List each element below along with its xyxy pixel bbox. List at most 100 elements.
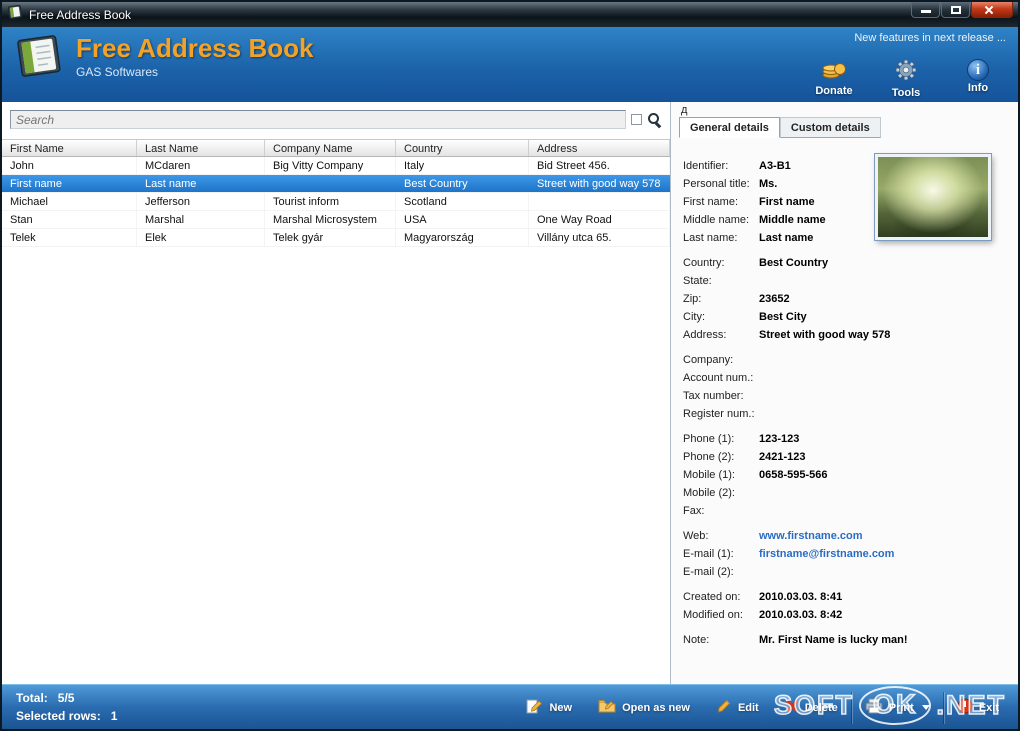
cell-country: USA — [396, 211, 529, 228]
column-header-address[interactable]: Address — [529, 140, 670, 156]
search-row — [10, 110, 662, 129]
field-value: 2010.03.03. 8:41 — [759, 591, 842, 603]
maximize-button[interactable] — [941, 2, 970, 18]
field-value: 23652 — [759, 293, 790, 305]
field-value: 123-123 — [759, 433, 799, 445]
info-label: Info — [968, 82, 988, 94]
cell-first-name: Telek — [2, 229, 137, 246]
field-label: Account num.: — [683, 372, 759, 384]
close-button[interactable] — [971, 2, 1013, 18]
field-label: Identifier: — [683, 160, 759, 172]
field-value: A3-B1 — [759, 160, 791, 172]
print-button[interactable]: Print — [852, 692, 943, 724]
cell-address: Street with good way 578 — [529, 175, 670, 192]
field-label: Fax: — [683, 505, 759, 517]
field-label: Mobile (1): — [683, 469, 759, 481]
search-option-box[interactable] — [631, 114, 642, 125]
window-title: Free Address Book — [29, 8, 131, 22]
print-dropdown-icon[interactable] — [922, 705, 930, 710]
exit-button[interactable]: Exit — [944, 692, 1012, 724]
delete-icon — [785, 699, 799, 716]
field-label: Tax number: — [683, 390, 759, 402]
maximize-icon — [951, 6, 961, 14]
new-icon — [526, 698, 543, 718]
table-row[interactable]: John MCdaren Big Vitty Company Italy Bid… — [2, 157, 670, 175]
field-label: Middle name: — [683, 214, 759, 226]
info-icon: i — [967, 59, 989, 81]
tab-custom-details[interactable]: Custom details — [780, 117, 881, 138]
column-header-company-name[interactable]: Company Name — [265, 140, 396, 156]
donate-button[interactable]: Donate — [808, 59, 860, 99]
tools-button[interactable]: Tools — [880, 59, 932, 99]
cell-first-name: Michael — [2, 193, 137, 210]
cell-first-name: Stan — [2, 211, 137, 228]
table-row[interactable]: Stan Marshal Marshal Microsystem USA One… — [2, 211, 670, 229]
field-label: Created on: — [683, 591, 759, 603]
cell-first-name: John — [2, 157, 137, 174]
table-row[interactable]: Telek Elek Telek gyár Magyarország Villá… — [2, 229, 670, 247]
donate-icon — [822, 59, 846, 84]
details-fields: Identifier:A3-B1 Personal title:Ms. Firs… — [683, 160, 1012, 659]
column-header-last-name[interactable]: Last Name — [137, 140, 265, 156]
field-value: Last name — [759, 232, 813, 244]
email-link[interactable]: firstname@firstname.com — [759, 548, 894, 560]
cell-address: Villány utca 65. — [529, 229, 670, 246]
field-label: Zip: — [683, 293, 759, 305]
status-buttons: New Open as new Edit Delete Print — [513, 685, 1012, 730]
status-summary: Total:5/5 Selected rows:1 — [16, 689, 117, 725]
main-content: First Name Last Name Company Name Countr… — [2, 102, 1018, 684]
field-label: Phone (1): — [683, 433, 759, 445]
minimize-button[interactable] — [911, 2, 940, 18]
cell-company — [265, 175, 396, 192]
print-icon — [865, 698, 883, 717]
field-label: Company: — [683, 354, 759, 366]
field-label: Last name: — [683, 232, 759, 244]
tools-label: Tools — [892, 87, 921, 99]
field-label: Modified on: — [683, 609, 759, 621]
open-as-new-icon — [598, 698, 616, 717]
cell-last-name: MCdaren — [137, 157, 265, 174]
field-label: State: — [683, 275, 759, 287]
exit-label: Exit — [979, 702, 999, 714]
web-link[interactable]: www.firstname.com — [759, 530, 863, 542]
field-label: Phone (2): — [683, 451, 759, 463]
info-button[interactable]: i Info — [952, 59, 1004, 99]
cell-last-name: Marshal — [137, 211, 265, 228]
new-button[interactable]: New — [513, 692, 585, 724]
app-logo-icon — [14, 34, 64, 85]
total-value: 5/5 — [58, 691, 75, 705]
field-value: First name — [759, 196, 815, 208]
field-label: Note: — [683, 634, 759, 646]
table-row-selected[interactable]: First name Last name Best Country Street… — [2, 175, 670, 193]
cell-company: Marshal Microsystem — [265, 211, 396, 228]
cell-first-name: First name — [2, 175, 137, 192]
field-label: E-mail (2): — [683, 566, 759, 578]
cell-country: Scotland — [396, 193, 529, 210]
search-icon[interactable] — [647, 112, 662, 127]
field-value: Ms. — [759, 178, 777, 190]
column-header-first-name[interactable]: First Name — [2, 140, 137, 156]
field-value: 2421-123 — [759, 451, 806, 463]
table-row[interactable]: Michael Jefferson Tourist inform Scotlan… — [2, 193, 670, 211]
delete-button[interactable]: Delete — [772, 692, 851, 724]
edit-icon — [716, 698, 732, 717]
cell-country: Italy — [396, 157, 529, 174]
column-header-country[interactable]: Country — [396, 140, 529, 156]
field-label: Web: — [683, 530, 759, 542]
search-box[interactable] — [10, 110, 626, 129]
field-label: Country: — [683, 257, 759, 269]
cell-company: Tourist inform — [265, 193, 396, 210]
selected-rows-label: Selected rows: — [16, 709, 101, 723]
cell-country: Best Country — [396, 175, 529, 192]
titlebar: Free Address Book — [2, 2, 1018, 27]
app-header: Free Address Book GAS Softwares New feat… — [2, 27, 1018, 102]
search-input[interactable] — [16, 113, 620, 127]
edit-label: Edit — [738, 702, 759, 714]
edit-button[interactable]: Edit — [703, 692, 772, 724]
delete-label: Delete — [805, 702, 838, 714]
open-as-new-button[interactable]: Open as new — [585, 692, 703, 724]
table-header: First Name Last Name Company Name Countr… — [2, 139, 670, 157]
app-window: Free Address Book Free Address Book GAS … — [0, 0, 1020, 731]
tab-general-details[interactable]: General details — [679, 117, 780, 138]
field-label: Personal title: — [683, 178, 759, 190]
